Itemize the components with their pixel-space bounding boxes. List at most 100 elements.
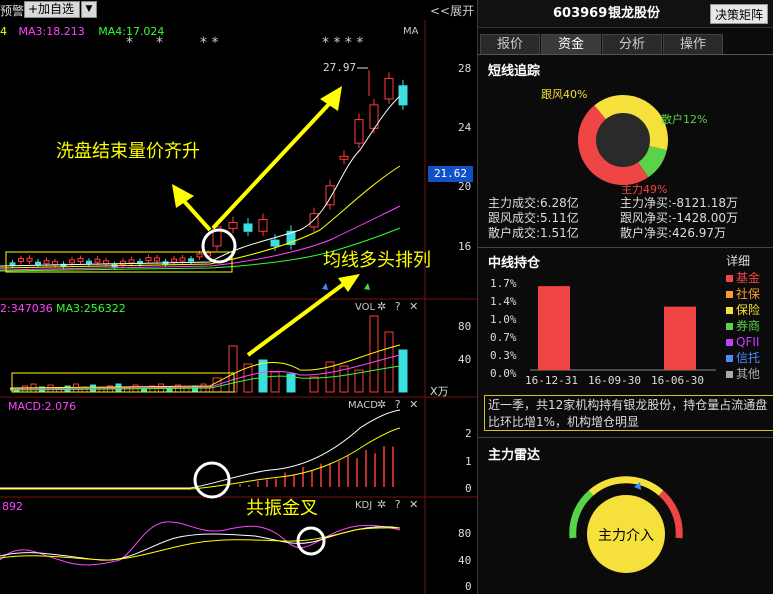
legend-item: 保险 [726, 303, 760, 317]
candle [154, 257, 160, 262]
candle [86, 260, 92, 264]
vol-unit: X万 [430, 385, 449, 398]
candle [69, 259, 75, 264]
stock-code: 603969 [553, 6, 608, 21]
signal-marker [364, 283, 370, 290]
holding-y-axis: 1.7% 1.4% 1.0% 0.7% 0.3% 0.0% [490, 277, 517, 380]
golden-cross-annotation: 共振金叉 [246, 498, 318, 519]
holding-bar-chart [530, 286, 716, 371]
tab-analysis[interactable]: 分析 [602, 34, 662, 54]
candle [354, 119, 364, 144]
price-tick: 24 [458, 121, 472, 134]
kline-chart-area[interactable]: 预警 +加自选 ▼ <<展开 4 MA3:18.213 MA4:17.024 M… [0, 0, 477, 594]
donut-label-retail: 散户12% [661, 113, 708, 126]
kdj-tick: 40 [458, 554, 472, 567]
candle [43, 260, 50, 265]
kdj-panel-icons: ✲ ? ✕ [377, 498, 418, 511]
volume-bar [243, 363, 253, 393]
fund-stats: 主力成交:6.28亿 主力净买:-8121.18万 跟风成交:5.11亿 跟风净买:… [488, 196, 738, 241]
kdj-j-line [0, 521, 401, 566]
volume-bar [258, 359, 268, 393]
candle [9, 262, 16, 266]
radar-title: 主力雷达 [488, 448, 541, 463]
gear-icon[interactable]: ✲ [377, 498, 386, 511]
ma-bull-annotation: 均线多头排列 [323, 250, 431, 271]
gear-icon[interactable]: ✲ [377, 398, 386, 411]
stock-name: 银龙股份 [608, 6, 661, 21]
holding-bar [664, 306, 696, 370]
holding-bar [538, 286, 570, 370]
tab-quote[interactable]: 报价 [480, 34, 540, 54]
candle [258, 219, 268, 232]
vol-tick: 40 [458, 353, 472, 366]
holding-title: 中线持仓 [488, 256, 541, 271]
signal-star: * [126, 35, 133, 51]
holding-note: 近一季，共12家机构持有银龙股份，持仓量占流通盘比环比增1%，机构增仓明显 [484, 395, 773, 431]
signal-star: * * * * [322, 35, 364, 51]
stat-row: 主力成交:6.28亿 主力净买:-8121.18万 [488, 196, 738, 210]
gauge-segment-mid [588, 476, 664, 496]
price-tick: 16 [458, 240, 472, 253]
candle [171, 258, 177, 263]
kdj-k-line [0, 526, 401, 561]
candle [188, 258, 194, 262]
high-price-label: 27.97 [323, 61, 357, 74]
macd-panel-icons: ✲ ? ✕ [377, 398, 418, 411]
candle [179, 257, 186, 262]
kdj-tag[interactable]: KDJ [355, 500, 372, 511]
vol-value-label: 2:347036 [0, 302, 53, 315]
help-icon[interactable]: ? [395, 398, 401, 411]
macd-tick: 2 [465, 427, 472, 440]
donut-label-main: 主力49% [621, 183, 668, 196]
macd-lines [0, 409, 401, 490]
candle [384, 77, 394, 100]
candle [35, 261, 41, 265]
dif-line [0, 409, 401, 489]
fund-panel: 603969 银龙股份 决策矩阵 报价 资金 分析 操作 短线追踪 跟风40% … [477, 0, 773, 594]
kdj-tick: 0 [465, 580, 472, 593]
tab-fund[interactable]: 资金 [541, 34, 601, 54]
close-icon[interactable]: ✕ [409, 300, 418, 313]
volume-bar [398, 349, 408, 393]
signal-marker [322, 283, 328, 290]
candle [228, 221, 238, 229]
candle [52, 261, 58, 266]
volume-bars [9, 315, 408, 393]
vol-tag[interactable]: VOL [355, 302, 375, 313]
candle [26, 257, 33, 262]
candlesticks [9, 70, 408, 270]
vol-ma3-label: MA3:256322 [56, 302, 126, 315]
help-icon[interactable]: ? [395, 300, 401, 313]
kdj-value-label: 892 [2, 500, 23, 513]
kdj-tick: 80 [458, 527, 472, 540]
vol-tick: 80 [458, 320, 472, 333]
stat-row: 跟风成交:5.11亿 跟风净买:-1428.00万 [488, 211, 738, 225]
decision-matrix-button[interactable]: 决策矩阵 [710, 4, 768, 24]
volume-bar [384, 331, 394, 393]
dea-line [0, 427, 401, 490]
candle [18, 258, 24, 263]
detail-link[interactable]: 详细 [726, 252, 750, 269]
tab-operation[interactable]: 操作 [663, 34, 723, 54]
macd-tag[interactable]: MACD [348, 400, 378, 411]
candle [339, 155, 349, 160]
volume-bar [309, 376, 319, 393]
close-icon[interactable]: ✕ [409, 498, 418, 511]
short-track-title: 短线追踪 [488, 64, 541, 79]
candle [103, 260, 109, 265]
legend-item: QFII [726, 335, 759, 349]
candle [128, 259, 135, 264]
kdj-lines [0, 521, 401, 566]
legend-item: 信托 [726, 351, 760, 365]
close-icon[interactable]: ✕ [409, 398, 418, 411]
candle [196, 253, 203, 258]
gear-icon[interactable]: ✲ [377, 300, 386, 313]
volume-bar [228, 345, 238, 393]
current-price-badge: 21.62 [428, 166, 473, 182]
vol-panel-icons: ✲ ? ✕ [377, 300, 418, 313]
signal-star: * [156, 35, 163, 51]
volume-bar [270, 371, 280, 393]
help-icon[interactable]: ? [395, 498, 401, 511]
fund-donut-chart [578, 95, 668, 185]
candle [270, 239, 280, 247]
